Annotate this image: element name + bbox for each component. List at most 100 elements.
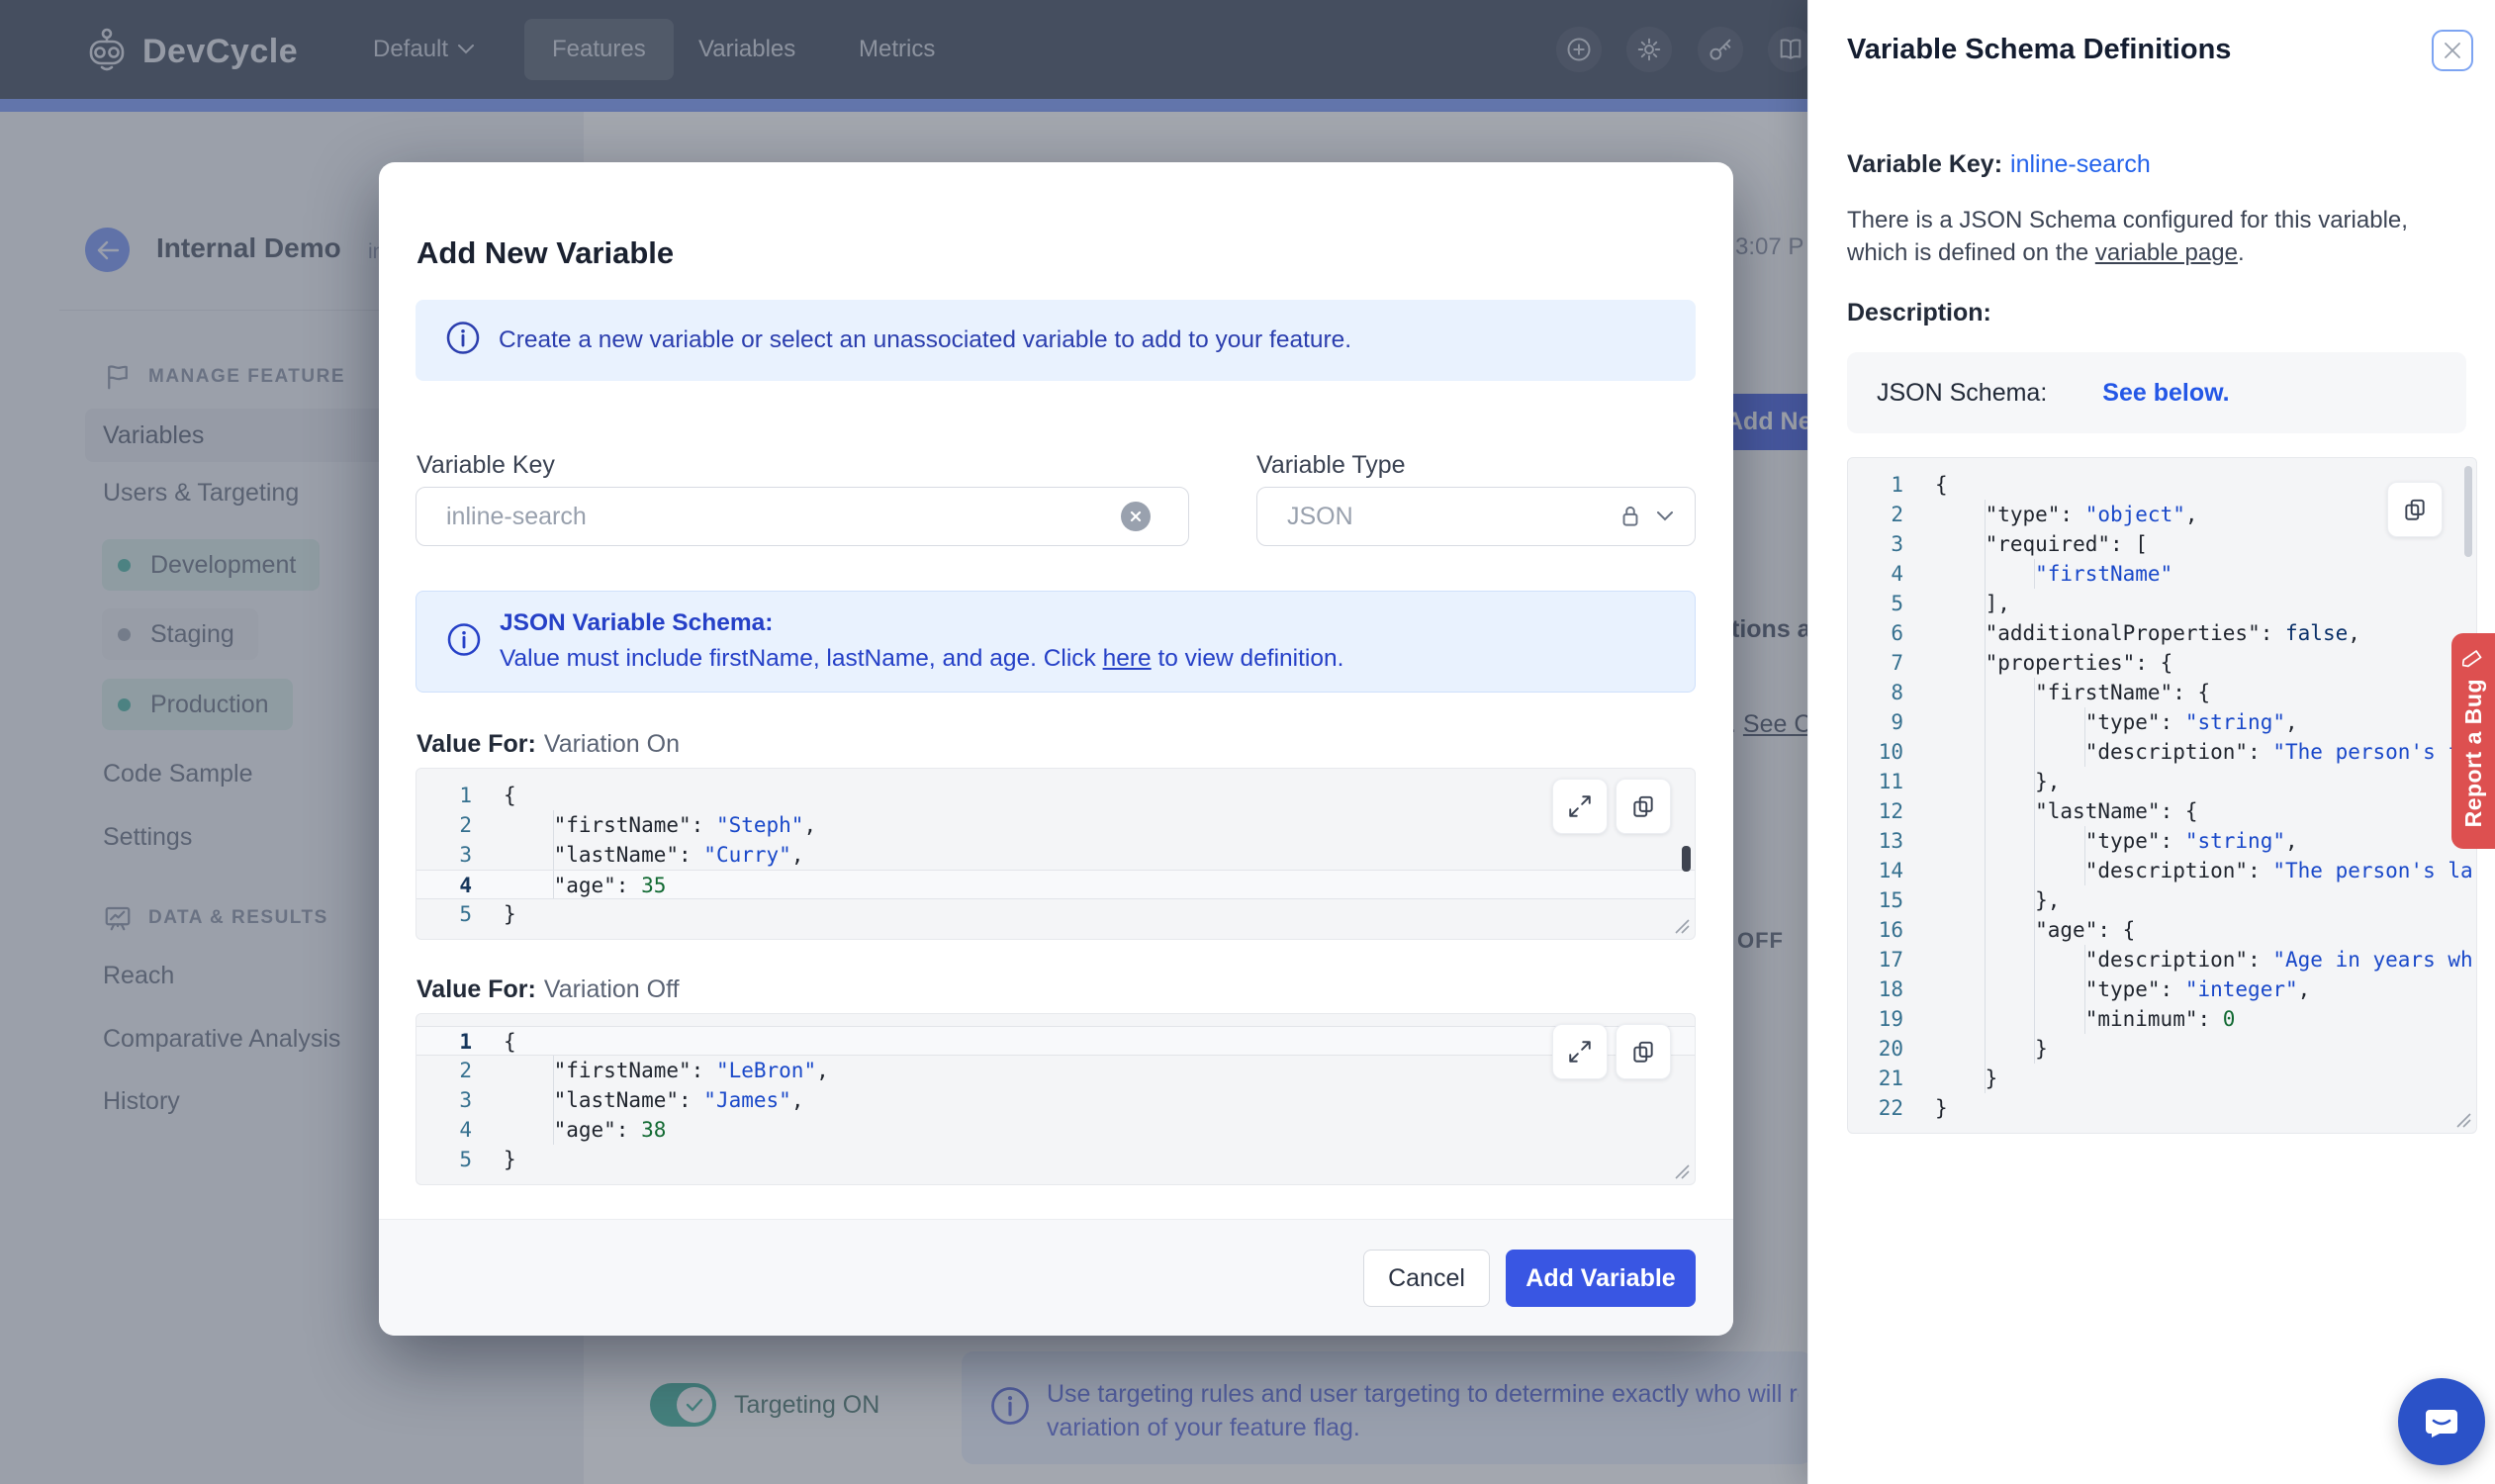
value-for-variation-on-label: Value For: Variation On [416, 730, 680, 758]
resize-handle[interactable] [1672, 916, 1690, 934]
panel-description-text: There is a JSON Schema configured for th… [1847, 207, 2408, 266]
chat-widget-button[interactable] [2398, 1378, 2485, 1465]
line-number: 4 [1891, 562, 1903, 586]
schema-banner-title: JSON Variable Schema: [500, 609, 774, 636]
code-line: 12 "lastName": { [1848, 796, 2476, 826]
code-line: 17 "description": "Age in years wh [1848, 945, 2476, 974]
variable-type-select[interactable]: JSON [1256, 487, 1696, 546]
code-line[interactable]: 1{ [416, 781, 1695, 810]
variation-on-editor[interactable]: 1{2 "firstName": "Steph", 3 "lastName": "Cu… [416, 768, 1696, 940]
line-number: 14 [1878, 859, 1903, 882]
code-line: 20} [1848, 1034, 2476, 1064]
variation-off-editor[interactable]: 1{2 "firstName": "LeBron", 3 "lastName": "J… [416, 1013, 1696, 1185]
code-line: 3 "required": [ [1848, 529, 2476, 559]
code-line: 7 "properties": { [1848, 648, 2476, 678]
info-icon [445, 321, 481, 361]
code-line: 8 "firstName": { [1848, 678, 2476, 707]
close-panel-button[interactable] [2432, 30, 2473, 71]
code-line: 16 "age": { [1848, 915, 2476, 945]
line-number: 3 [1891, 532, 1903, 556]
expand-editor-button[interactable] [1552, 1024, 1608, 1079]
copy-value-button[interactable] [1616, 1024, 1671, 1079]
code-line: 22} [1848, 1093, 2476, 1123]
see-below-link[interactable]: See below. [2102, 379, 2229, 408]
line-number: 16 [1878, 918, 1903, 942]
code-line[interactable]: 2 "firstName": "LeBron", [416, 1056, 1695, 1085]
description-label: Description: [1847, 299, 1991, 326]
line-number: 18 [1878, 977, 1903, 1001]
app-root: DevCycle Default Features Variables Metr… [0, 0, 2495, 1484]
line-number: 1 [459, 1030, 472, 1054]
code-line: 5], [1848, 589, 2476, 618]
clear-input-button[interactable] [1121, 502, 1151, 531]
value-for-variation-off-label: Value For: Variation Off [416, 975, 680, 1003]
schema-scrollbar-thumb[interactable] [2464, 466, 2472, 557]
report-a-bug-tab[interactable]: Report a Bug [2451, 633, 2495, 849]
modal-footer: Cancel Add Variable [379, 1219, 1733, 1336]
code-line[interactable]: 4 "age": 38 [416, 1115, 1695, 1145]
panel-variable-key: Variable Key: inline-search [1847, 150, 2151, 178]
copy-value-button[interactable] [1616, 779, 1671, 834]
line-number: 7 [1891, 651, 1903, 675]
json-schema-info-banner: JSON Variable Schema: Value must include… [416, 591, 1696, 693]
code-line[interactable]: 3 "lastName": "James", [416, 1085, 1695, 1115]
add-variable-button[interactable]: Add Variable [1506, 1250, 1696, 1307]
line-number: 5 [459, 1148, 472, 1171]
report-bug-label: Report a Bug [2459, 679, 2486, 828]
create-variable-info-banner: Create a new variable or select an unass… [416, 300, 1696, 381]
line-number: 2 [459, 813, 472, 837]
add-new-variable-modal: Add New Variable Create a new variable o… [379, 162, 1733, 1336]
variable-type-label: Variable Type [1256, 451, 1406, 479]
expand-editor-button[interactable] [1552, 779, 1608, 834]
variable-schema-panel: Variable Schema Definitions Variable Key… [1807, 0, 2495, 1484]
banner-text: Create a new variable or select an unass… [499, 326, 1352, 353]
code-line[interactable]: 1{ [416, 1026, 1695, 1056]
code-line: 21} [1848, 1064, 2476, 1093]
code-line: 10 "description": "The person's fi [1848, 737, 2476, 767]
code-line: 4 "firstName" [1848, 559, 2476, 589]
line-number: 6 [1891, 621, 1903, 645]
resize-handle[interactable] [2453, 1110, 2471, 1128]
variable-page-link[interactable]: variable page [2095, 239, 2238, 266]
schema-code-viewer[interactable]: 1{2 "type": "object", 3 "required": [4 "firs… [1847, 457, 2477, 1134]
line-number: 13 [1878, 829, 1903, 853]
line-number: 21 [1878, 1067, 1903, 1090]
code-line: 11}, [1848, 767, 2476, 796]
line-number: 9 [1891, 710, 1903, 734]
pencil-icon [2462, 650, 2482, 668]
code-line: 1{ [1848, 470, 2476, 500]
code-line[interactable]: 2 "firstName": "Steph", [416, 810, 1695, 840]
code-line[interactable]: 3 "lastName": "Curry", [416, 840, 1695, 870]
line-number: 5 [1891, 592, 1903, 615]
code-line: 9 "type": "string", [1848, 707, 2476, 737]
code-line: 14 "description": "The person's la [1848, 856, 2476, 885]
close-icon [1130, 510, 1142, 522]
info-icon [446, 621, 482, 662]
variable-key-input[interactable] [416, 487, 1189, 546]
line-number: 12 [1878, 799, 1903, 823]
copy-icon [1633, 1041, 1653, 1063]
code-line[interactable]: 5} [416, 1145, 1695, 1174]
editor-scrollbar-thumb[interactable] [1682, 846, 1691, 872]
view-definition-link[interactable]: here [1103, 645, 1152, 672]
copy-schema-button[interactable] [2387, 482, 2443, 537]
cancel-button[interactable]: Cancel [1363, 1250, 1490, 1307]
line-number: 2 [459, 1059, 472, 1082]
code-line: 19 "minimum": 0 [1848, 1004, 2476, 1034]
code-line: 18 "type": "integer", [1848, 974, 2476, 1004]
code-line[interactable]: 5} [416, 899, 1695, 929]
code-line[interactable]: 4 "age": 35 [416, 870, 1695, 899]
line-number: 15 [1878, 888, 1903, 912]
line-number: 3 [459, 1088, 472, 1112]
line-number: 4 [459, 874, 472, 897]
resize-handle[interactable] [1672, 1161, 1690, 1179]
variable-key-link[interactable]: inline-search [2010, 150, 2151, 178]
expand-icon [1569, 1041, 1591, 1063]
chevron-down-icon [1657, 511, 1673, 521]
line-number: 5 [459, 902, 472, 926]
expand-icon [1569, 795, 1591, 817]
code-line: 2 "type": "object", [1848, 500, 2476, 529]
line-number: 1 [459, 784, 472, 807]
panel-title: Variable Schema Definitions [1847, 34, 2232, 65]
line-number: 11 [1878, 770, 1903, 793]
